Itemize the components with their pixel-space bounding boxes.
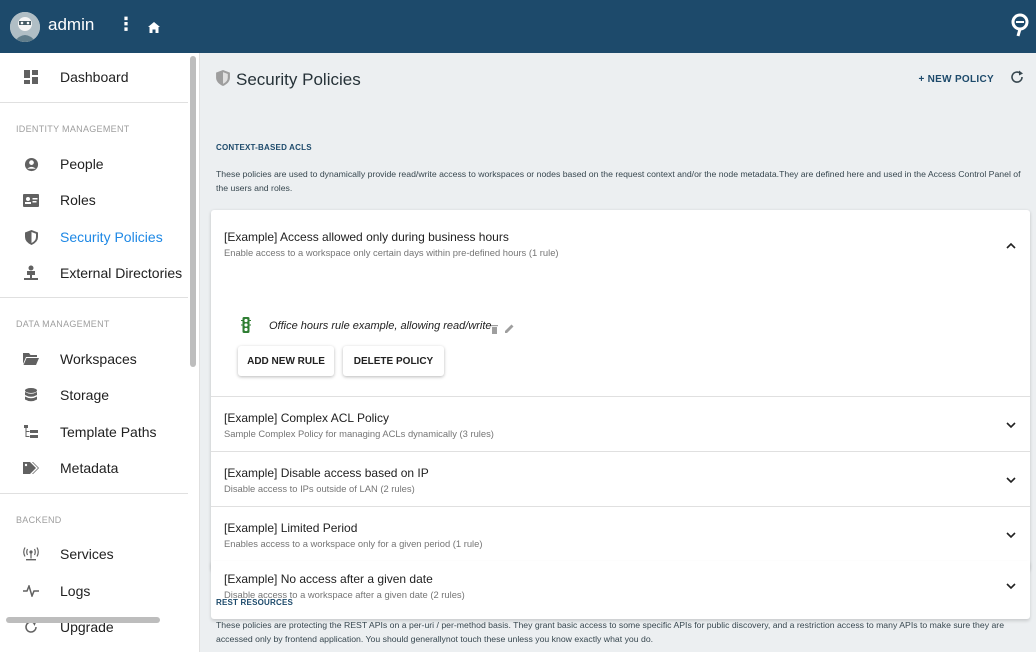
chevron-down-icon[interactable]	[1006, 473, 1016, 487]
sidebar-item-metadata[interactable]: Metadata	[0, 450, 188, 486]
divider	[0, 493, 188, 494]
sidebar-item-label: Dashboard	[60, 69, 129, 85]
user-avatar-icon	[10, 12, 40, 42]
sidebar-item-label: Workspaces	[60, 351, 137, 367]
id-card-icon	[22, 191, 40, 209]
refresh-icon[interactable]	[1010, 70, 1024, 89]
add-new-rule-button[interactable]: ADD NEW RULE	[238, 346, 334, 376]
delete-policy-button[interactable]: DELETE POLICY	[343, 346, 444, 376]
section-title-identity: IDENTITY MANAGEMENT	[16, 124, 130, 134]
sidebar-item-workspaces[interactable]: Workspaces	[0, 341, 188, 377]
folder-open-icon	[22, 350, 40, 368]
sidebar: Dashboard IDENTITY MANAGEMENT People Rol…	[0, 53, 200, 652]
brand-logo-icon[interactable]	[1010, 13, 1030, 42]
page-header: Security Policies + NEW POLICY	[201, 53, 1036, 105]
pulse-icon	[22, 582, 40, 600]
policy-name: [Example] No access after a given date	[224, 572, 433, 586]
policy-description: Sample Complex Policy for managing ACLs …	[224, 428, 494, 439]
tag-multiple-icon	[22, 459, 40, 477]
policy-panel-header[interactable]: [Example] Complex ACL Policy Sample Comp…	[211, 397, 1030, 452]
policy-panel-header[interactable]: [Example] Limited Period Enables access …	[211, 507, 1030, 562]
sidebar-item-label: External Directories	[60, 265, 183, 281]
file-tree-icon	[22, 423, 40, 441]
delete-icon[interactable]	[491, 321, 498, 339]
shield-icon	[216, 70, 230, 91]
more-vert-icon[interactable]: ⋮	[117, 14, 135, 35]
shield-icon	[22, 228, 40, 246]
section-title-data: DATA MANAGEMENT	[16, 319, 110, 329]
divider	[0, 297, 188, 298]
policy-name: [Example] Access allowed only during bus…	[224, 230, 509, 244]
sidebar-item-logs[interactable]: Logs	[0, 573, 188, 609]
sidebar-scrollbar-vertical[interactable]	[190, 56, 196, 367]
sidebar-scrollbar-horizontal[interactable]	[6, 617, 160, 623]
traffic-light-icon	[241, 317, 251, 338]
sidebar-item-template-paths[interactable]: Template Paths	[0, 414, 188, 450]
avatar[interactable]	[10, 12, 40, 42]
policy-description: Enables access to a workspace only for a…	[224, 538, 483, 549]
policy-name: [Example] Complex ACL Policy	[224, 411, 389, 425]
section-description: These policies are used to dynamically p…	[216, 169, 1021, 193]
policy-description: Disable access to IPs outside of LAN (2 …	[224, 483, 415, 494]
account-network-icon	[22, 264, 40, 282]
username[interactable]: admin	[48, 15, 94, 35]
sidebar-item-storage[interactable]: Storage	[0, 377, 188, 413]
sidebar-item-label: Metadata	[60, 460, 119, 476]
policy-panel-header[interactable]: [Example] Disable access based on IP Dis…	[211, 452, 1030, 507]
sidebar-item-label: Template Paths	[60, 424, 157, 440]
sidebar-item-label: Logs	[60, 583, 91, 599]
sidebar-item-services[interactable]: Services	[0, 536, 188, 572]
policy-name: [Example] Disable access based on IP	[224, 466, 429, 480]
section-title-backend: BACKEND	[16, 515, 62, 525]
chevron-up-icon[interactable]	[1006, 238, 1016, 252]
section-title-rest-resources: REST RESOURCES	[216, 598, 294, 607]
divider	[0, 102, 188, 103]
edit-pencil-icon[interactable]	[505, 320, 514, 338]
section-title-context-acls: CONTEXT-BASED ACLS	[216, 143, 312, 152]
sidebar-item-dashboard[interactable]: Dashboard	[0, 59, 188, 95]
chevron-down-icon[interactable]	[1006, 528, 1016, 542]
sidebar-item-label: Storage	[60, 387, 110, 403]
sidebar-item-roles[interactable]: Roles	[0, 182, 188, 218]
access-point-network-icon	[22, 545, 40, 563]
policy-panel-header[interactable]: [Example] No access after a given date D…	[211, 561, 1030, 619]
top-app-bar: admin ⋮	[0, 0, 1036, 53]
sidebar-item-label: Roles	[60, 192, 96, 208]
sidebar-item-label: Services	[60, 546, 114, 562]
policy-name: [Example] Limited Period	[224, 521, 358, 535]
account-circle-icon	[22, 155, 40, 173]
policy-list: [Example] Access allowed only during bus…	[211, 210, 1030, 571]
section-description: These policies are protecting the REST A…	[216, 620, 1005, 644]
sidebar-item-external-directories[interactable]: External Directories	[0, 255, 188, 291]
policy-description: Enable access to a workspace only certai…	[224, 247, 559, 258]
chevron-down-icon[interactable]	[1006, 579, 1016, 593]
rule-label: Office hours rule example, allowing read…	[269, 320, 492, 332]
page-title: Security Policies	[236, 70, 361, 89]
sidebar-item-upgrade[interactable]: Upgrade	[0, 609, 188, 645]
database-icon	[22, 386, 40, 404]
sidebar-item-label: Security Policies	[60, 229, 163, 245]
new-policy-button[interactable]: + NEW POLICY	[918, 74, 994, 85]
sidebar-item-security-policies[interactable]: Security Policies	[0, 219, 188, 255]
sidebar-item-label: People	[60, 156, 104, 172]
policy-panel: [Example] No access after a given date D…	[211, 561, 1030, 619]
policy-panel-header[interactable]: [Example] Access allowed only during bus…	[211, 210, 1030, 268]
home-icon[interactable]	[148, 20, 160, 38]
dashboard-icon	[22, 68, 40, 86]
main-content: Security Policies + NEW POLICY CONTEXT-B…	[201, 53, 1036, 652]
sidebar-item-people[interactable]: People	[0, 146, 188, 182]
chevron-down-icon[interactable]	[1006, 418, 1016, 432]
